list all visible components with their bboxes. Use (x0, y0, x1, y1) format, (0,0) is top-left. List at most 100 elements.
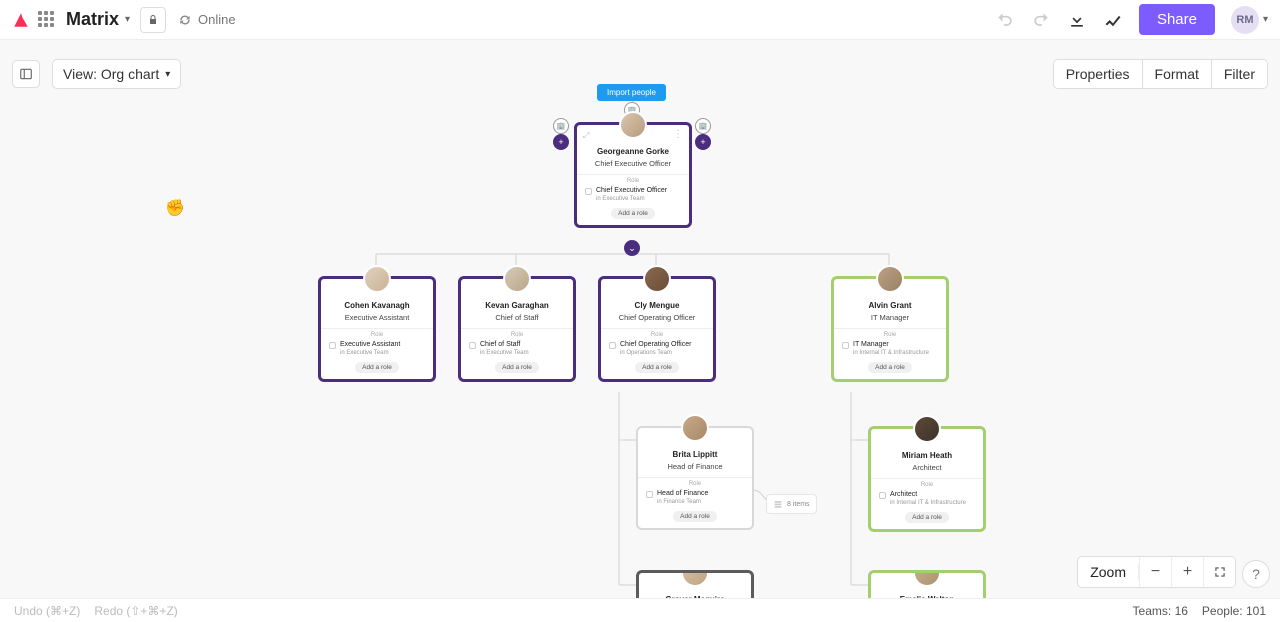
role-checkbox[interactable] (879, 492, 886, 499)
node-kevan[interactable]: Kevan Garaghan Chief of Staff Role Chief… (458, 276, 576, 382)
user-avatar: RM (1231, 6, 1259, 34)
share-button[interactable]: Share (1139, 4, 1215, 35)
node-name: Cohen Kavanagh (327, 301, 427, 310)
node-grover[interactable]: Grover Mcquire (636, 570, 754, 598)
node-menu-icon[interactable]: ⋮ (673, 129, 683, 140)
zoom-out-button[interactable]: − (1139, 556, 1171, 588)
canvas[interactable]: Import people ✊ 🏢 🏢 + 🏢 + ⌄ ⤢ ⋮ Georgean… (0, 40, 1280, 598)
role-header: Role (871, 478, 983, 488)
help-button[interactable]: ? (1242, 560, 1270, 588)
avatar (681, 414, 709, 442)
download-button[interactable] (1067, 10, 1087, 30)
node-title: Chief Executive Officer (583, 159, 683, 168)
role-text: Chief of Staff (480, 341, 520, 348)
avatar (363, 265, 391, 293)
items-badge[interactable]: 8 items (766, 494, 817, 514)
node-cohen[interactable]: Cohen Kavanagh Executive Assistant Role … (318, 276, 436, 382)
role-checkbox[interactable] (585, 188, 592, 195)
node-name: Cly Mengue (607, 301, 707, 310)
role-text: Chief Operating Officer (620, 341, 691, 348)
role-row: Chief Executive Officer in Executive Team (583, 187, 683, 204)
add-role-button[interactable]: Add a role (868, 362, 912, 373)
avatar (876, 265, 904, 293)
role-header: Role (601, 328, 713, 338)
role-header: Role (321, 328, 433, 338)
people-stat: People: 101 (1202, 604, 1266, 618)
role-text: Executive Assistant (340, 341, 400, 348)
undo-button[interactable] (995, 10, 1015, 30)
doc-title[interactable]: Matrix (66, 9, 119, 30)
handle-left-add[interactable]: + (553, 134, 569, 150)
role-text: Head of Finance (657, 490, 708, 497)
role-text: Architect (890, 491, 917, 498)
role-checkbox[interactable] (646, 491, 653, 498)
zoom-control: Zoom − + (1077, 556, 1236, 588)
items-badge-label: 8 items (787, 501, 810, 508)
node-cly[interactable]: Cly Mengue Chief Operating Officer Role … (598, 276, 716, 382)
add-role-button[interactable]: Add a role (495, 362, 539, 373)
import-people-button[interactable]: Import people (597, 84, 666, 101)
node-name: Georgeanne Gorke (583, 147, 683, 156)
online-label: Online (198, 12, 236, 27)
node-name: Kevan Garaghan (467, 301, 567, 310)
avatar (913, 415, 941, 443)
role-meta: in Operations Team (620, 350, 672, 356)
doc-menu-chevron-icon[interactable]: ▾ (125, 14, 130, 25)
role-meta: in Finance Team (657, 499, 701, 505)
node-brita[interactable]: Brita Lippitt Head of Finance Role Head … (636, 426, 754, 530)
grab-cursor-icon: ✊ (165, 198, 185, 218)
app-switcher-icon[interactable] (38, 11, 56, 29)
role-checkbox[interactable] (609, 342, 616, 349)
handle-right-company-icon[interactable]: 🏢 (695, 118, 711, 134)
add-role-button[interactable]: Add a role (355, 362, 399, 373)
lock-icon (147, 14, 159, 26)
avatar (643, 265, 671, 293)
add-role-button[interactable]: Add a role (635, 362, 679, 373)
add-role-button[interactable]: Add a role (611, 208, 655, 219)
role-meta: in Internal IT & Infrastructure (853, 350, 929, 356)
node-title: Head of Finance (644, 462, 746, 471)
user-menu-chevron-icon: ▾ (1263, 14, 1268, 25)
role-header: Role (461, 328, 573, 338)
expand-icon[interactable]: ⤢ (583, 131, 589, 141)
role-meta: in Executive Team (340, 350, 389, 356)
handle-right-add[interactable]: + (695, 134, 711, 150)
zoom-in-button[interactable]: + (1171, 556, 1203, 588)
handle-left-company-icon[interactable]: 🏢 (553, 118, 569, 134)
add-role-button[interactable]: Add a role (673, 511, 717, 522)
zoom-label[interactable]: Zoom (1078, 564, 1139, 580)
role-checkbox[interactable] (842, 342, 849, 349)
node-title: Architect (877, 463, 977, 472)
lock-button[interactable] (140, 7, 166, 33)
redo-button[interactable] (1031, 10, 1051, 30)
node-title: IT Manager (840, 313, 940, 322)
avatar (681, 570, 709, 587)
role-text: Chief Executive Officer (596, 187, 667, 194)
role-meta: in Executive Team (596, 196, 645, 202)
teams-stat: Teams: 16 (1133, 604, 1188, 618)
zoom-fullscreen-button[interactable] (1203, 556, 1235, 588)
stack-icon (773, 499, 783, 509)
node-miriam[interactable]: Miriam Heath Architect Role Architectin … (868, 426, 986, 532)
node-georgeanne[interactable]: ⤢ ⋮ Georgeanne Gorke Chief Executive Off… (574, 122, 692, 228)
role-meta: in Internal IT & Infrastructure (890, 500, 966, 506)
add-role-button[interactable]: Add a role (905, 512, 949, 523)
role-header: Role (834, 328, 946, 338)
role-checkbox[interactable] (469, 342, 476, 349)
avatar (913, 570, 941, 587)
role-checkbox[interactable] (329, 342, 336, 349)
avatar (619, 111, 647, 139)
bottom-bar: Undo (⌘+Z) Redo (⇧+⌘+Z) Teams: 16 People… (0, 598, 1280, 622)
undo-hint: Undo (⌘+Z) (14, 604, 80, 618)
handle-bottom-expand[interactable]: ⌄ (624, 240, 640, 256)
user-menu[interactable]: RM ▾ (1231, 6, 1268, 34)
app-logo (12, 11, 30, 29)
role-header: Role (577, 174, 689, 184)
node-name: Brita Lippitt (644, 450, 746, 459)
role-meta: in Executive Team (480, 350, 529, 356)
node-alvin[interactable]: Alvin Grant IT Manager Role IT Managerin… (831, 276, 949, 382)
node-title: Chief Operating Officer (607, 313, 707, 322)
node-title: Executive Assistant (327, 313, 427, 322)
activity-button[interactable] (1103, 10, 1123, 30)
node-emelia[interactable]: Emelia Walton (868, 570, 986, 598)
